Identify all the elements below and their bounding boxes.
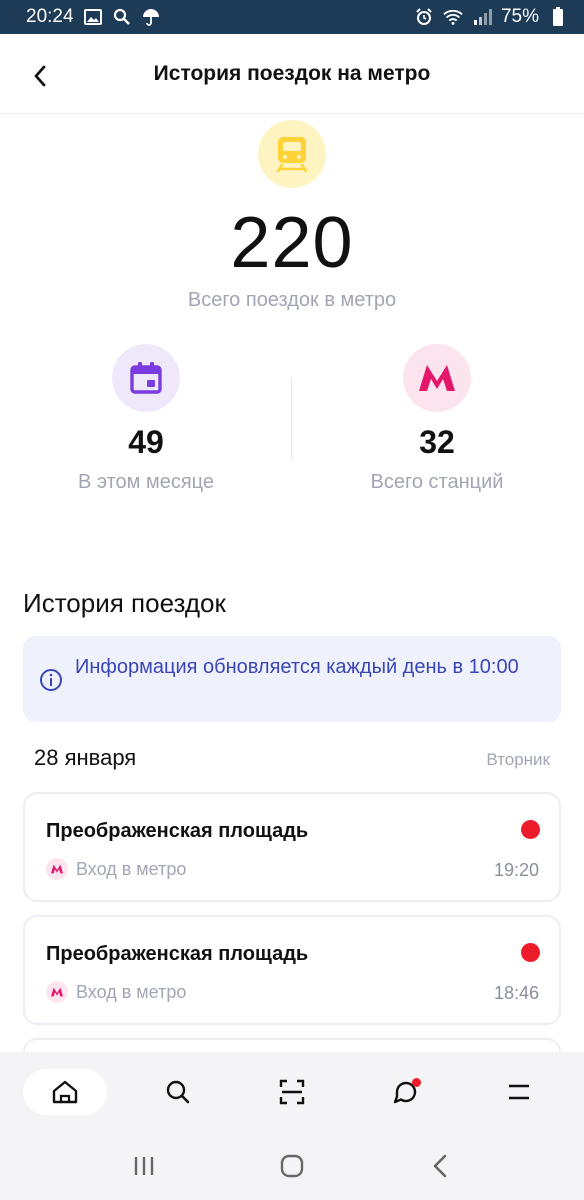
battery-icon — [548, 7, 568, 27]
calendar-icon — [130, 362, 162, 394]
home-icon — [52, 1080, 77, 1104]
date-label: 28 января — [34, 745, 137, 770]
recents-icon — [134, 1157, 154, 1175]
trip-card[interactable]: Преображенская площадь Вход в метро 19:2… — [23, 792, 561, 902]
calendar-badge — [112, 344, 180, 412]
home-system-button[interactable] — [272, 1146, 312, 1186]
clock: 20:24 — [26, 6, 74, 27]
home-circle-icon — [280, 1154, 304, 1178]
signal-icon — [472, 7, 492, 27]
notification-dot — [411, 1078, 421, 1087]
gallery-icon — [83, 7, 103, 27]
stations-stat: 32 Всего станций — [327, 344, 547, 494]
bottom-nav — [0, 1052, 584, 1132]
trip-station: Преображенская площадь — [46, 943, 309, 965]
date-row: 28 января Вторник — [34, 745, 550, 771]
nav-search[interactable] — [136, 1069, 220, 1115]
line-color-dot — [521, 820, 540, 839]
back-chevron-icon — [433, 1154, 447, 1178]
app-header: История поездок на метро — [0, 34, 584, 114]
search-status-icon — [112, 7, 132, 27]
trip-station: Преображенская площадь — [46, 820, 309, 842]
total-trips-label: Всего поездок в метро — [187, 289, 397, 311]
month-trips-label: В этом месяце — [77, 471, 215, 493]
stations-label: Всего станций — [370, 471, 504, 493]
train-badge — [258, 120, 326, 188]
wifi-icon — [443, 7, 463, 27]
status-bar: 20:24 75% — [0, 0, 584, 34]
alarm-icon — [414, 7, 434, 27]
weekday-label: Вторник — [486, 750, 550, 769]
metro-small-icon — [46, 858, 68, 880]
nav-home[interactable] — [22, 1069, 107, 1115]
train-icon — [276, 137, 308, 173]
info-banner: Информация обновляется каждый день в 10:… — [23, 636, 561, 722]
info-text: Информация обновляется каждый день в 10:… — [75, 656, 519, 678]
info-icon — [40, 669, 62, 691]
line-color-dot — [521, 943, 540, 962]
menu-icon — [509, 1084, 530, 1100]
nav-chat[interactable] — [364, 1069, 448, 1115]
recents-button[interactable] — [124, 1146, 164, 1186]
scan-icon — [279, 1079, 305, 1105]
battery-percent: 75% — [500, 6, 539, 27]
stations-count: 32 — [419, 424, 455, 460]
trip-type: Вход в метро — [76, 858, 187, 879]
umbrella-icon — [141, 7, 161, 27]
metro-logo-icon — [419, 365, 455, 391]
page-title: История поездок на метро — [153, 62, 431, 85]
nav-scan[interactable] — [250, 1069, 334, 1115]
metro-badge — [403, 344, 471, 412]
trip-time: 19:20 — [493, 860, 539, 880]
search-icon — [167, 1080, 190, 1104]
metro-small-icon — [46, 981, 68, 1003]
trip-type: Вход в метро — [76, 981, 187, 1002]
month-stat: 49 В этом месяце — [36, 344, 256, 494]
trip-card[interactable]: Преображенская площадь Вход в метро 18:4… — [23, 915, 561, 1025]
back-system-button[interactable] — [420, 1146, 460, 1186]
system-nav-bar — [0, 1132, 584, 1200]
history-title: История поездок — [23, 588, 226, 618]
month-trips-count: 49 — [128, 424, 164, 460]
stats-divider — [291, 378, 292, 460]
total-trips-count: 220 — [230, 203, 354, 283]
trip-time: 18:46 — [493, 983, 539, 1003]
nav-menu[interactable] — [477, 1069, 561, 1115]
